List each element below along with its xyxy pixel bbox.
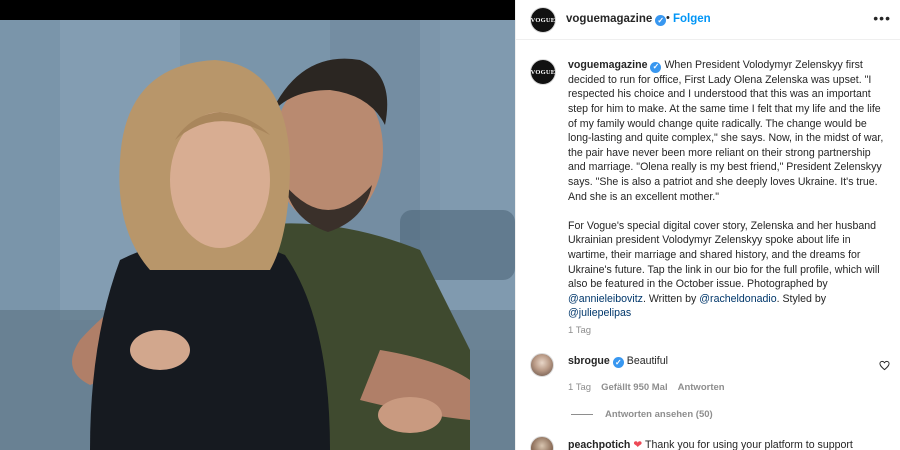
caption-written-by: . Written by: [642, 292, 697, 305]
follow-button[interactable]: Folgen: [673, 13, 711, 25]
mention-photographer-link[interactable]: @annieleibovitz: [568, 293, 643, 305]
comment-2: peachpotich ❤ Thank you for using your p…: [568, 439, 853, 450]
header-username-text[interactable]: voguemagazine: [566, 13, 652, 25]
more-options-icon[interactable]: •••: [873, 10, 891, 26]
photo-frame: [0, 20, 515, 450]
view-replies-button[interactable]: Antworten ansehen (50): [571, 409, 713, 420]
caption-paragraph-1: voguemagazine ✓ When President Volodymyr …: [568, 58, 888, 204]
comment-username[interactable]: sbrogue: [568, 355, 610, 367]
comment-text: Beautiful: [626, 355, 668, 367]
caption-username[interactable]: voguemagazine: [568, 59, 647, 71]
verified-badge-icon: ✓: [612, 357, 624, 368]
verified-badge-icon: ✓: [655, 15, 667, 26]
commenter-avatar[interactable]: [530, 353, 554, 377]
comment-text: Thank you for using your platform to sup…: [645, 439, 853, 450]
view-replies-label[interactable]: Antworten ansehen (50): [605, 409, 713, 420]
post-caption: voguemagazine ✓ When President Volodymyr …: [568, 58, 888, 335]
post-header: VOGUE voguemagazine ✓ • Folgen •••: [516, 0, 900, 40]
comment-1-meta: 1 Tag Gefällt 950 Mal Antworten: [568, 382, 725, 393]
verified-badge-icon: ✓: [650, 61, 662, 73]
like-comment-heart-icon[interactable]: [879, 360, 890, 371]
post-photo[interactable]: [0, 0, 515, 450]
comment-username[interactable]: peachpotich: [568, 439, 630, 450]
separator-dot: •: [666, 12, 670, 24]
replies-divider: [571, 414, 593, 415]
caption-paragraph-2: For Vogue's special digital cover story,…: [568, 219, 888, 321]
reply-button[interactable]: Antworten: [678, 382, 725, 393]
header-username[interactable]: voguemagazine ✓: [566, 13, 667, 26]
profile-avatar[interactable]: VOGUE: [530, 7, 556, 33]
caption-timestamp[interactable]: 1 Tag: [568, 325, 591, 336]
caption-text-1: When President Volodymyr Zelenskyy first…: [568, 59, 884, 203]
caption-styled-by: . Styled by: [776, 292, 827, 305]
red-heart-emoji-icon: ❤: [633, 439, 643, 450]
post-details-panel: VOGUE voguemagazine ✓ • Folgen ••• VOGUE …: [515, 0, 900, 450]
comment-1: sbrogue ✓ Beautiful: [568, 355, 668, 368]
caption-avatar[interactable]: VOGUE: [530, 59, 556, 85]
commenter-avatar[interactable]: [530, 436, 554, 450]
comment-likes[interactable]: Gefällt 950 Mal: [601, 382, 668, 393]
comment-timestamp[interactable]: 1 Tag: [568, 382, 591, 393]
caption-text-2: For Vogue's special digital cover story,…: [568, 219, 880, 291]
mention-writer-link[interactable]: @racheldonadio: [699, 293, 776, 305]
mention-stylist-link[interactable]: @juliepelipas: [568, 307, 631, 319]
couple-portrait-illustration: [0, 20, 515, 450]
